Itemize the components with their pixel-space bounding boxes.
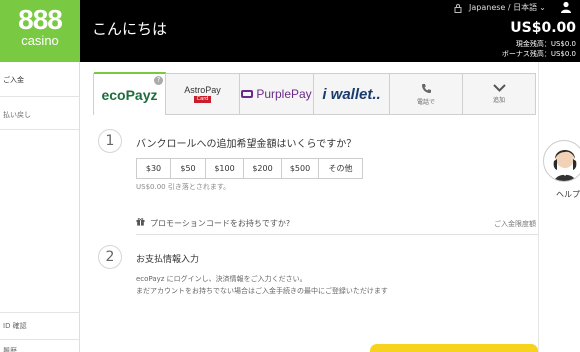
user-icon[interactable] [560,1,572,13]
purplepay-icon [241,90,254,98]
method-iwallet[interactable]: i wallet.. [314,74,390,114]
amount-options: $30 $50 $100 $200 $500 その他 [136,158,363,179]
method-ecopayz[interactable]: ecoPayz ? [94,72,166,115]
sidebar-divider [0,312,79,313]
greeting-title: こんにちは [92,20,168,38]
iwallet-logo: i wallet.. [322,85,381,103]
payment-info-description: ecoPayz にログインし、決済情報をご入力ください。 まだアカウントをお持ち… [136,273,388,297]
amount-button[interactable]: $50 [171,158,206,179]
purplepay-logo: PurplePay [241,87,312,101]
bonus-balance-row: ボーナス残高：US$0.0 [502,49,576,59]
payment-method-tabs: ecoPayz ? AstroPay Card PurplePay i wall… [93,72,536,115]
sidebar-divider [0,129,79,130]
lock-icon [454,4,462,13]
chevron-down-icon: ⌄ [539,3,546,12]
total-balance[interactable]: US$0.00 [510,20,576,36]
help-label[interactable]: ヘルプ [556,189,580,200]
sidebar: ご入金 払い戻し ID 確認 履歴 [0,62,80,352]
deposit-limit-link[interactable]: ご入金限度額 [494,219,536,229]
deduct-note: US$0.00 引き落とされます。 [136,183,231,191]
logo-word: casino [21,33,59,48]
iwallet-label: wallet.. [330,85,381,103]
purplepay-label: PurplePay [256,87,312,101]
sidebar-item-id-verify[interactable]: ID 確認 [0,321,79,331]
method-phone[interactable]: 電話で [390,74,463,114]
phone-icon [421,83,431,93]
logo-number: 888 [18,4,63,35]
phone-label: 電話で [416,98,435,106]
step-number: 2 [98,245,122,269]
sidebar-divider [0,339,79,340]
cash-balance-row: 現金残高：US$0.0 [516,39,576,49]
amount-question: バンクロールへの追加希望金額はいくらですか？ [136,139,357,150]
sidebar-item-withdraw[interactable]: 払い戻し [0,110,79,120]
step-number: 1 [98,129,122,153]
divider [136,234,538,235]
amount-button[interactable]: $200 [244,158,282,179]
amount-other-button[interactable]: その他 [319,158,363,179]
method-more[interactable]: 追加 [463,74,535,114]
cash-balance-label: 現金残高： [515,40,551,48]
bonus-balance-label: ボーナス残高： [501,50,551,58]
content-divider [538,62,539,352]
payment-info-line: まだアカウントをお持ちでない場合はご入金手続きの最中にご登録いただけます [136,287,388,295]
sidebar-divider [0,96,79,97]
help-badge-icon[interactable]: ? [154,76,163,85]
amount-button[interactable]: $100 [206,158,244,179]
ecopayz-logo: ecoPayz [101,86,158,103]
amount-button[interactable]: $30 [136,158,171,179]
help-agent-avatar[interactable] [543,140,580,182]
continue-button[interactable] [370,344,538,352]
astropay-logo: AstroPay [184,84,221,95]
chevron-down-icon [492,84,506,92]
language-label: Japanese / 日本語 [469,3,538,12]
top-bar: 888 casino こんにちは Japanese / 日本語 ⌄ US$0.00… [0,0,580,62]
method-purplepay[interactable]: PurplePay [240,74,314,114]
astropay-card-tag: Card [193,95,212,103]
language-selector[interactable]: Japanese / 日本語 ⌄ [469,2,546,13]
gift-icon [136,218,145,226]
payment-info-title: お支払情報入力 [136,255,200,265]
amount-button[interactable]: $500 [282,158,319,179]
support-agent-icon [553,150,577,181]
payment-info-line: ecoPayz にログインし、決済情報をご入力ください。 [136,275,307,283]
cash-balance-value: US$0.0 [550,40,576,48]
more-label: 追加 [492,97,505,104]
bonus-balance-value: US$0.0 [550,50,576,58]
sidebar-item-deposit[interactable]: ご入金 [0,75,79,85]
method-astropay[interactable]: AstroPay Card [166,74,240,114]
sidebar-item-history[interactable]: 履歴 [0,346,79,352]
promo-code-link[interactable]: プロモーションコードをお持ちですか? [150,218,290,229]
casino-logo[interactable]: 888 casino [0,0,80,62]
